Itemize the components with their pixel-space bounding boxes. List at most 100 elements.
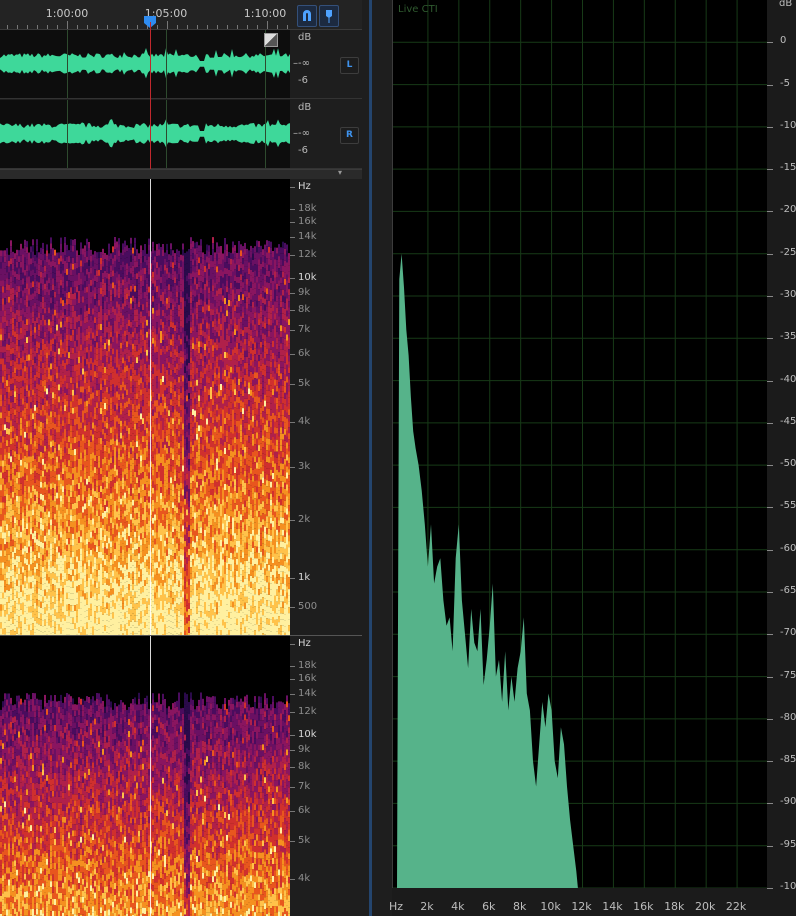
db-label: -70 xyxy=(780,627,796,639)
hz-tick-label: 8k xyxy=(512,900,527,913)
db-label: -25 xyxy=(780,246,796,258)
ruler-tick xyxy=(157,25,158,29)
db-tick xyxy=(767,126,773,128)
hz-label: 9k xyxy=(289,287,311,298)
ruler-tick xyxy=(57,25,58,29)
db-label: –-∞ xyxy=(293,58,310,69)
hz-label: 18k xyxy=(290,660,317,671)
db-tick xyxy=(767,507,773,509)
db-label: -5 xyxy=(780,77,790,89)
ruler-tick xyxy=(187,25,188,29)
time-label: 1:10:00 xyxy=(243,7,287,20)
ruler-tick xyxy=(257,25,258,29)
frequency-chart xyxy=(393,0,769,889)
hz-scale: Hz 2k 4k 6k 8k 10k 12k 14k 16k 18k 20k 22k xyxy=(389,888,767,916)
ruler-tick xyxy=(87,25,88,29)
waveform-left xyxy=(0,48,290,79)
hz-tick-label: 12k xyxy=(571,900,592,913)
db-label: -95 xyxy=(780,838,796,850)
hz-unit-label: Hz xyxy=(389,900,404,913)
ruler-tick xyxy=(217,25,218,29)
db-tick xyxy=(767,169,773,171)
hz-unit-label: Hz xyxy=(290,638,311,649)
waveform-right-channel[interactable] xyxy=(0,100,290,169)
db-tick xyxy=(767,42,773,44)
db-tick xyxy=(767,84,773,86)
hz-tick-label: 18k xyxy=(664,900,685,913)
hz-label: 14k xyxy=(290,688,317,699)
spectrogram-left xyxy=(0,237,290,635)
waveform-right xyxy=(0,119,290,148)
spectral-view-right[interactable] xyxy=(0,636,290,916)
hz-label: 10k xyxy=(290,729,317,740)
hz-label: 14k xyxy=(290,231,317,242)
waveform-left-channel[interactable] xyxy=(0,30,290,99)
live-cti-label: Live CTI xyxy=(398,4,438,15)
db-label: -15 xyxy=(780,162,796,174)
hz-label: 18k xyxy=(290,203,317,214)
channel-right-badge[interactable]: R xyxy=(340,127,359,144)
hz-label: 7k xyxy=(289,781,311,792)
playhead-line xyxy=(150,22,151,170)
ruler-tick xyxy=(247,25,248,29)
db-label: -20 xyxy=(780,204,796,216)
view-divider[interactable]: ▾ xyxy=(0,168,362,179)
ruler-tick xyxy=(107,25,108,29)
db-tick xyxy=(767,592,773,593)
hz-label: 5k xyxy=(289,378,311,389)
ruler-tick xyxy=(177,25,178,29)
hz-label: 4k xyxy=(289,873,311,884)
hz-label: 8k xyxy=(289,304,311,315)
ruler-tick xyxy=(117,25,118,29)
db-label: -55 xyxy=(780,500,796,512)
ruler-tick xyxy=(227,25,228,29)
magnet-icon xyxy=(303,10,311,21)
hz-label: 3k xyxy=(289,461,311,472)
hz-tick-label: 20k xyxy=(694,900,716,913)
db-tick xyxy=(767,465,773,467)
clip-indicator-icon xyxy=(264,33,278,47)
hz-label: 4k xyxy=(289,416,311,427)
db-tick xyxy=(767,761,773,763)
channel-left-badge[interactable]: L xyxy=(340,57,359,74)
spectral-scale-right: Hz 18k 16k 14k 12k 10k 9k 8k 7k 6k 5k 4k xyxy=(289,636,362,916)
frequency-analysis-graph[interactable]: Live CTI xyxy=(392,0,769,889)
hz-label: 12k xyxy=(290,249,317,260)
hz-label: 10k xyxy=(290,272,317,283)
ruler-tick xyxy=(287,25,288,29)
db-label: -75 xyxy=(780,669,796,681)
panel-splitter[interactable] xyxy=(362,0,392,916)
db-tick xyxy=(767,549,773,551)
spectral-view-left[interactable] xyxy=(0,179,290,635)
hz-label: 500 xyxy=(289,601,318,612)
hz-tick-label: 6k xyxy=(482,900,496,913)
snap-button[interactable] xyxy=(297,5,317,27)
ruler-tick xyxy=(207,25,208,29)
hz-label: 16k xyxy=(290,216,317,227)
ruler-toolbar xyxy=(290,0,362,30)
ruler-tick xyxy=(7,25,8,29)
spectrogram-right xyxy=(0,692,290,916)
hz-label: 6k xyxy=(289,348,311,359)
ruler-tick xyxy=(277,25,278,29)
marker-pin-icon xyxy=(326,10,332,23)
waveform-left-scale: dB –-∞ -6 L xyxy=(290,30,362,99)
panel-splitter-handle[interactable] xyxy=(369,0,372,916)
hz-label: 7k xyxy=(289,324,311,335)
db-label: -40 xyxy=(780,373,796,385)
ruler-tick xyxy=(137,25,138,29)
hz-tick-label: 14k xyxy=(602,900,623,913)
db-label: -65 xyxy=(780,585,796,596)
db-label: -60 xyxy=(780,542,796,554)
time-label: 1:00:00 xyxy=(45,7,89,20)
db-label: -50 xyxy=(780,458,796,470)
ruler-tick xyxy=(97,25,98,29)
marker-button[interactable] xyxy=(319,5,339,27)
chevron-down-icon[interactable]: ▾ xyxy=(338,168,342,177)
ruler-tick xyxy=(17,25,18,29)
timeline-ruler[interactable]: 1:00:00 1:05:00 1:10:00 xyxy=(0,0,290,30)
hz-label: 2k xyxy=(289,514,311,525)
hz-label: 9k xyxy=(289,744,311,755)
db-label: -10 xyxy=(780,119,796,131)
db-tick xyxy=(767,380,773,382)
